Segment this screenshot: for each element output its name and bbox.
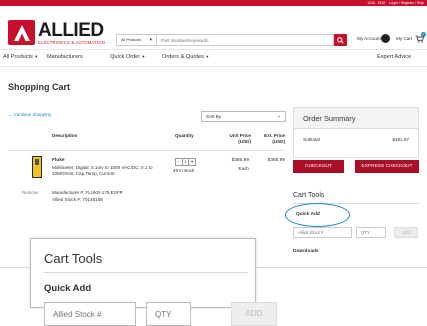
decrement-button[interactable]: − — [176, 159, 183, 165]
subtotal-label: Subtotal — [303, 137, 320, 142]
chevron-down-icon[interactable]: ▾ — [189, 159, 195, 165]
brand-name[interactable]: ALLIED — [38, 20, 104, 42]
main-nav: All Products ▾ Manufacturers Quick Order… — [0, 51, 427, 67]
account-icon[interactable] — [381, 34, 390, 43]
login-link[interactable]: Login / Register / Help — [389, 1, 424, 5]
chevron-down-icon: ▾ — [204, 54, 209, 59]
chevron-down-icon: ▾ — [141, 54, 145, 59]
cart-tools-zoom: Cart Tools Quick Add ADD — [30, 238, 277, 326]
quantity-value[interactable]: 1 — [183, 159, 190, 165]
divider — [44, 272, 248, 273]
nav-expert-advice[interactable]: Expert Advice — [377, 54, 411, 60]
nav-orders-quotes[interactable]: Orders & Quotes ▾ — [162, 54, 209, 60]
ext-price: $385.99 — [267, 158, 285, 163]
product-brand[interactable]: Fluke — [52, 158, 65, 163]
downloads-label: Downloads — [293, 249, 319, 254]
quantity-stepper[interactable]: − 1 ▾ — [175, 158, 196, 166]
unit-label: Each — [238, 166, 249, 171]
order-summary-title: Order Summary — [294, 108, 418, 129]
search-input[interactable] — [156, 34, 334, 46]
order-summary: Order Summary Subtotal $481.97 — [293, 107, 419, 158]
search-button[interactable] — [334, 34, 347, 46]
express-checkout-button[interactable]: EXPRESS CHECKOUT — [355, 160, 419, 173]
qty-input[interactable] — [356, 227, 386, 238]
search-icon — [337, 36, 344, 44]
my-account-link[interactable]: My Account — [357, 36, 381, 41]
site-header: ALLIED ELECTRONICS & AUTOMATION All Prod… — [0, 6, 427, 50]
header-description: Description — [52, 133, 78, 138]
manufacturer-number: Manufacturer #: FLUKE-179 ESFP — [52, 190, 123, 195]
allied-stock-number: Allied Stock #: 70146158 — [52, 197, 103, 202]
qty-input[interactable] — [146, 302, 191, 326]
header-ext-price: Ext. Price (USD) — [264, 133, 285, 144]
header-unit-price: Unit Price (USD) — [229, 133, 251, 144]
nav-all-products[interactable]: All Products ▾ — [3, 54, 37, 60]
cart-tools-title: Cart Tools — [44, 251, 103, 266]
region-selector[interactable]: USA - ENG — [368, 1, 386, 5]
add-button[interactable]: ADD — [394, 227, 418, 238]
product-description[interactable]: Multimeter, Digital, 0.1mv to 1000 VAC/D… — [52, 165, 172, 177]
sort-select[interactable]: Sort By ⌄ — [201, 111, 286, 122]
stock-status: 49 In stock — [173, 168, 195, 173]
product-image[interactable] — [32, 156, 42, 178]
brand-tagline: ELECTRONICS & AUTOMATION — [38, 40, 106, 45]
cart-page: USA - ENG Login / Register / Help ALLIED… — [0, 0, 427, 268]
header-quantity: Quantity — [175, 133, 194, 138]
my-cart-link[interactable]: My Cart — [396, 36, 412, 41]
chevron-down-icon: ▾ — [149, 37, 152, 43]
nav-manufacturers[interactable]: Manufacturers — [47, 54, 83, 60]
allied-stock-input[interactable] — [44, 302, 136, 326]
subtotal-value: $481.97 — [392, 137, 409, 142]
chevron-down-icon: ⌄ — [276, 113, 281, 119]
highlight-circle — [285, 203, 350, 227]
unit-price: $385.99 — [231, 158, 249, 163]
chevron-down-icon: ▾ — [33, 54, 38, 59]
continue-shopping-link[interactable]: ← Continue Shopping — [8, 112, 51, 117]
add-button[interactable]: ADD — [231, 302, 277, 326]
allied-stock-input[interactable] — [293, 227, 352, 238]
category-select[interactable]: All Products ▾ — [116, 34, 156, 46]
checkout-button[interactable]: CHECKOUT — [293, 160, 344, 173]
page-title: Shopping Cart — [8, 82, 70, 92]
allied-logo-icon[interactable] — [8, 20, 35, 45]
remove-link[interactable]: Remove — [22, 190, 38, 195]
nav-quick-order[interactable]: Quick Order ▾ — [110, 54, 145, 60]
cart-tools-title: Cart Tools — [293, 192, 325, 199]
quick-add-label: Quick Add — [44, 283, 92, 294]
cart-count-badge: 0 — [421, 32, 426, 37]
divider — [8, 150, 285, 151]
